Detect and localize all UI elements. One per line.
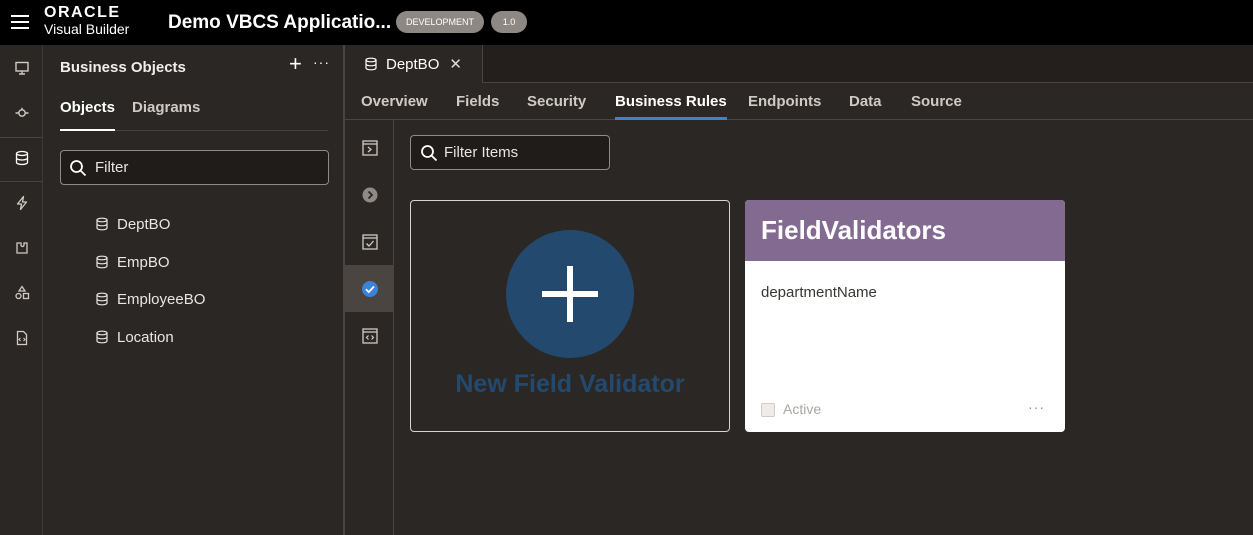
- list-item[interactable]: EmployeeBO: [95, 288, 205, 310]
- list-item[interactable]: DeptBO: [95, 213, 170, 235]
- filter-field[interactable]: [60, 150, 329, 185]
- tab-overview[interactable]: Overview: [361, 93, 428, 120]
- product-name: Visual Builder: [44, 21, 130, 37]
- active-checkbox[interactable]: [761, 403, 775, 417]
- environment-badge: DEVELOPMENT: [396, 11, 484, 33]
- business-objects-panel: Business Objects + ··· Objects Diagrams …: [44, 45, 343, 535]
- filter-input[interactable]: [95, 159, 295, 176]
- active-label: Active: [783, 401, 822, 417]
- navigator-rail: [0, 45, 43, 535]
- database-icon: [96, 217, 108, 231]
- oracle-logo: ORACLE Visual Builder: [44, 4, 144, 37]
- top-bar: ORACLE Visual Builder Demo VBCS Applicat…: [0, 0, 1253, 45]
- database-icon: [365, 57, 377, 71]
- file-tab[interactable]: DeptBO ✕: [345, 45, 483, 83]
- add-circle-icon: [506, 230, 634, 358]
- brand-name: ORACLE: [44, 4, 121, 21]
- card-more-options-button[interactable]: ···: [1028, 399, 1045, 415]
- hamburger-menu-icon[interactable]: [11, 15, 29, 29]
- tab-security[interactable]: Security: [527, 93, 586, 120]
- tab-data[interactable]: Data: [849, 93, 882, 120]
- object-triggers-icon[interactable]: [345, 124, 394, 171]
- source-file-icon[interactable]: [0, 319, 43, 357]
- tab-endpoints[interactable]: Endpoints: [748, 93, 821, 120]
- editor-area: DeptBO ✕ Overview Fields Security Busine…: [345, 45, 1253, 535]
- component-icon[interactable]: [0, 229, 43, 267]
- shapes-icon[interactable]: [0, 274, 43, 312]
- service-connection-icon[interactable]: [0, 94, 43, 132]
- web-apps-icon[interactable]: [0, 49, 43, 87]
- field-validators-card[interactable]: FieldValidators departmentName Active ··…: [745, 200, 1065, 432]
- object-validators-icon[interactable]: [345, 218, 394, 265]
- tab-diagrams[interactable]: Diagrams: [132, 99, 200, 131]
- filter-items-field[interactable]: [410, 135, 610, 170]
- filter-items-input[interactable]: [444, 144, 594, 161]
- card-title: FieldValidators: [761, 215, 946, 245]
- version-badge: 1.0: [491, 11, 527, 33]
- panel-tabs: Objects Diagrams: [60, 99, 328, 131]
- tab-fields[interactable]: Fields: [456, 93, 499, 120]
- app-title[interactable]: Demo VBCS Applicatio...: [168, 12, 391, 34]
- list-item-label: EmpBO: [117, 253, 170, 271]
- lightning-icon[interactable]: [0, 184, 43, 222]
- list-item[interactable]: Location: [95, 326, 174, 348]
- field-validators-icon[interactable]: [345, 265, 394, 312]
- new-field-validator-card[interactable]: New Field Validator: [410, 200, 730, 432]
- database-icon: [96, 255, 108, 269]
- object-functions-icon[interactable]: [345, 312, 394, 359]
- search-icon: [70, 159, 87, 176]
- card-field-name: departmentName: [761, 284, 877, 301]
- rules-side-toolbar: [345, 120, 394, 535]
- database-icon[interactable]: [0, 139, 43, 177]
- database-icon: [96, 330, 108, 344]
- add-business-object-button[interactable]: +: [289, 53, 305, 76]
- field-triggers-icon[interactable]: [345, 171, 394, 218]
- card-header: FieldValidators: [745, 200, 1065, 261]
- search-icon: [421, 144, 438, 161]
- tab-bar-filler: [483, 45, 1253, 83]
- panel-title: Business Objects: [60, 59, 186, 76]
- close-tab-icon[interactable]: ✕: [449, 55, 462, 73]
- more-options-button[interactable]: ···: [313, 54, 329, 74]
- tab-business-rules[interactable]: Business Rules: [615, 93, 727, 120]
- list-item-label: DeptBO: [117, 215, 171, 233]
- editor-subtabs: Overview Fields Security Business Rules …: [345, 83, 1253, 120]
- list-item[interactable]: EmpBO: [95, 251, 170, 273]
- list-item-label: EmployeeBO: [117, 290, 206, 308]
- tab-objects[interactable]: Objects: [60, 99, 116, 131]
- list-item-label: Location: [117, 328, 174, 346]
- database-icon: [96, 292, 108, 306]
- new-field-validator-label: New Field Validator: [455, 370, 685, 398]
- tab-source[interactable]: Source: [911, 93, 962, 120]
- file-tab-label: DeptBO: [386, 55, 440, 73]
